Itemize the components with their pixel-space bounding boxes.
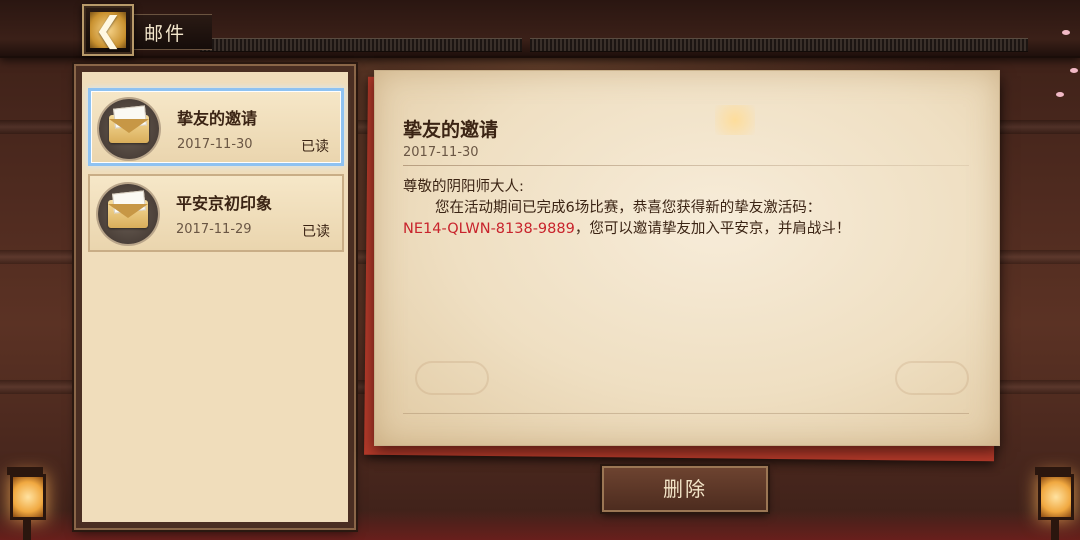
divider	[403, 165, 969, 166]
mail-avatar	[99, 99, 159, 159]
letter-line-rest: ，您可以邀请挚友加入平安京，并肩战斗！	[574, 221, 851, 237]
mail-list-item[interactable]: 平安京初印象 2017-11-29 已读	[88, 174, 344, 252]
letter-line: NE14-QLWN-8138-9889，您可以邀请挚友加入平安京，并肩战斗！	[403, 219, 903, 240]
letter-greeting: 尊敬的阴阳师大人:	[403, 179, 524, 195]
letter-title: 挚友的邀请	[403, 119, 499, 141]
page-title: 邮件	[144, 23, 187, 45]
envelope-icon	[108, 200, 148, 228]
cloud-decoration	[895, 361, 969, 395]
lantern-icon	[1035, 467, 1074, 540]
mail-item-date: 2017-11-29	[176, 222, 252, 237]
header-rail	[530, 38, 1028, 52]
back-arrow-icon: ❮	[94, 10, 123, 50]
mail-list-panel: 挚友的邀请 2017-11-30 已读 平安京初印象 2017-11-29 已读	[76, 66, 354, 528]
divider	[403, 413, 969, 414]
mail-avatar	[98, 184, 158, 244]
mail-item-title: 平安京初印象	[176, 194, 273, 213]
letter-date: 2017-11-30	[403, 145, 479, 160]
mail-screen: 邮件 ❮ 挚友的邀请 2017-11-30 已读 平安京初印象 2017-11-…	[0, 0, 1080, 540]
envelope-icon	[109, 115, 149, 143]
petal-decoration	[1062, 30, 1070, 35]
letter-paper: 挚友的邀请 2017-11-30 尊敬的阴阳师大人: 您在活动期间已完成6场比赛…	[374, 70, 1000, 446]
cloud-decoration	[415, 361, 489, 395]
letter-body: 尊敬的阴阳师大人: 您在活动期间已完成6场比赛，恭喜您获得新的挚友激活码： NE…	[403, 177, 903, 240]
back-button[interactable]: ❮	[82, 4, 134, 56]
delete-button[interactable]: 删除	[602, 466, 768, 512]
petal-decoration	[1056, 92, 1064, 97]
petal-decoration	[1070, 68, 1078, 73]
mail-list-item[interactable]: 挚友的邀请 2017-11-30 已读	[88, 88, 344, 166]
letter-line: 您在活动期间已完成6场比赛，恭喜您获得新的挚友激活码：	[435, 200, 822, 216]
paper-glow	[715, 105, 755, 135]
header-rail	[200, 38, 522, 52]
mail-item-status: 已读	[302, 224, 330, 240]
mail-item-title: 挚友的邀请	[177, 109, 258, 128]
mail-item-status: 已读	[301, 139, 329, 155]
lantern-icon	[7, 467, 46, 540]
mail-item-date: 2017-11-30	[177, 137, 253, 152]
header-bar: 邮件 ❮	[0, 0, 1080, 58]
invite-code: NE14-QLWN-8138-9889	[403, 221, 575, 237]
